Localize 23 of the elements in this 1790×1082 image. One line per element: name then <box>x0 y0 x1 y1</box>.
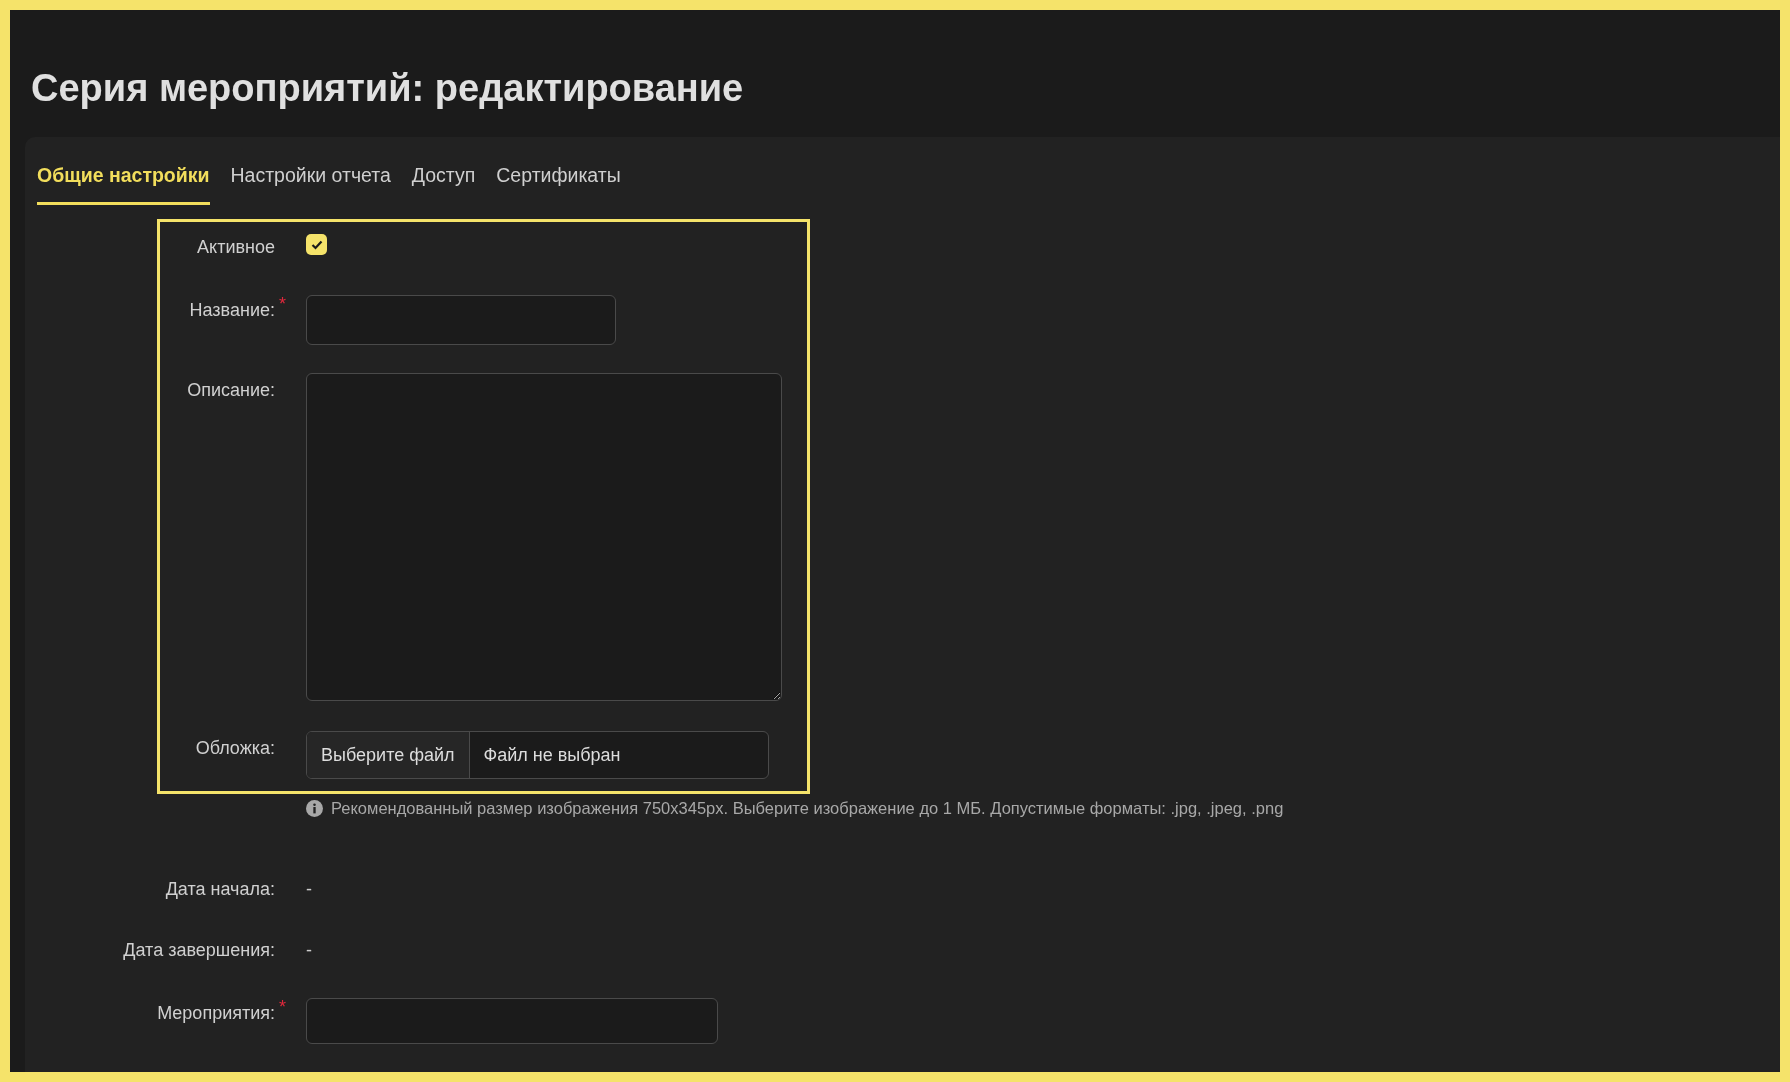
field-label: Дата начала: <box>164 878 275 901</box>
info-icon <box>306 800 323 818</box>
page-title: Серия мероприятий: редактирование <box>30 66 745 111</box>
text-field[interactable] <box>306 998 718 1044</box>
field-label: Обложка: <box>194 737 275 761</box>
field-label: Описание: <box>186 379 275 403</box>
tab[interactable]: Сертификаты <box>496 157 621 206</box>
hint-text: Рекомендованный размер изображения 750x345px. Выберите изображение до 1 МБ. Допустимые форматы: .jpg, .jpeg, .png <box>331 798 1284 820</box>
text-field[interactable] <box>306 295 616 346</box>
checkbox[interactable] <box>306 234 327 256</box>
check-icon <box>310 239 323 250</box>
field-label: Активное <box>196 236 275 260</box>
tab[interactable]: Общие настройки <box>37 157 210 206</box>
field-label: Название: <box>188 299 275 323</box>
file-input[interactable]: Выберите файл Файл не выбран <box>306 731 769 780</box>
required-mark: * <box>279 294 286 315</box>
field-label: Дата завершения: <box>122 939 275 962</box>
field-value: - <box>306 878 312 901</box>
tab[interactable]: Настройки отчета <box>230 157 391 206</box>
tab[interactable]: Доступ <box>411 157 476 206</box>
field-label: Мероприятия: <box>156 1002 275 1025</box>
field-value: - <box>306 939 312 962</box>
required-mark: * <box>279 997 286 1017</box>
